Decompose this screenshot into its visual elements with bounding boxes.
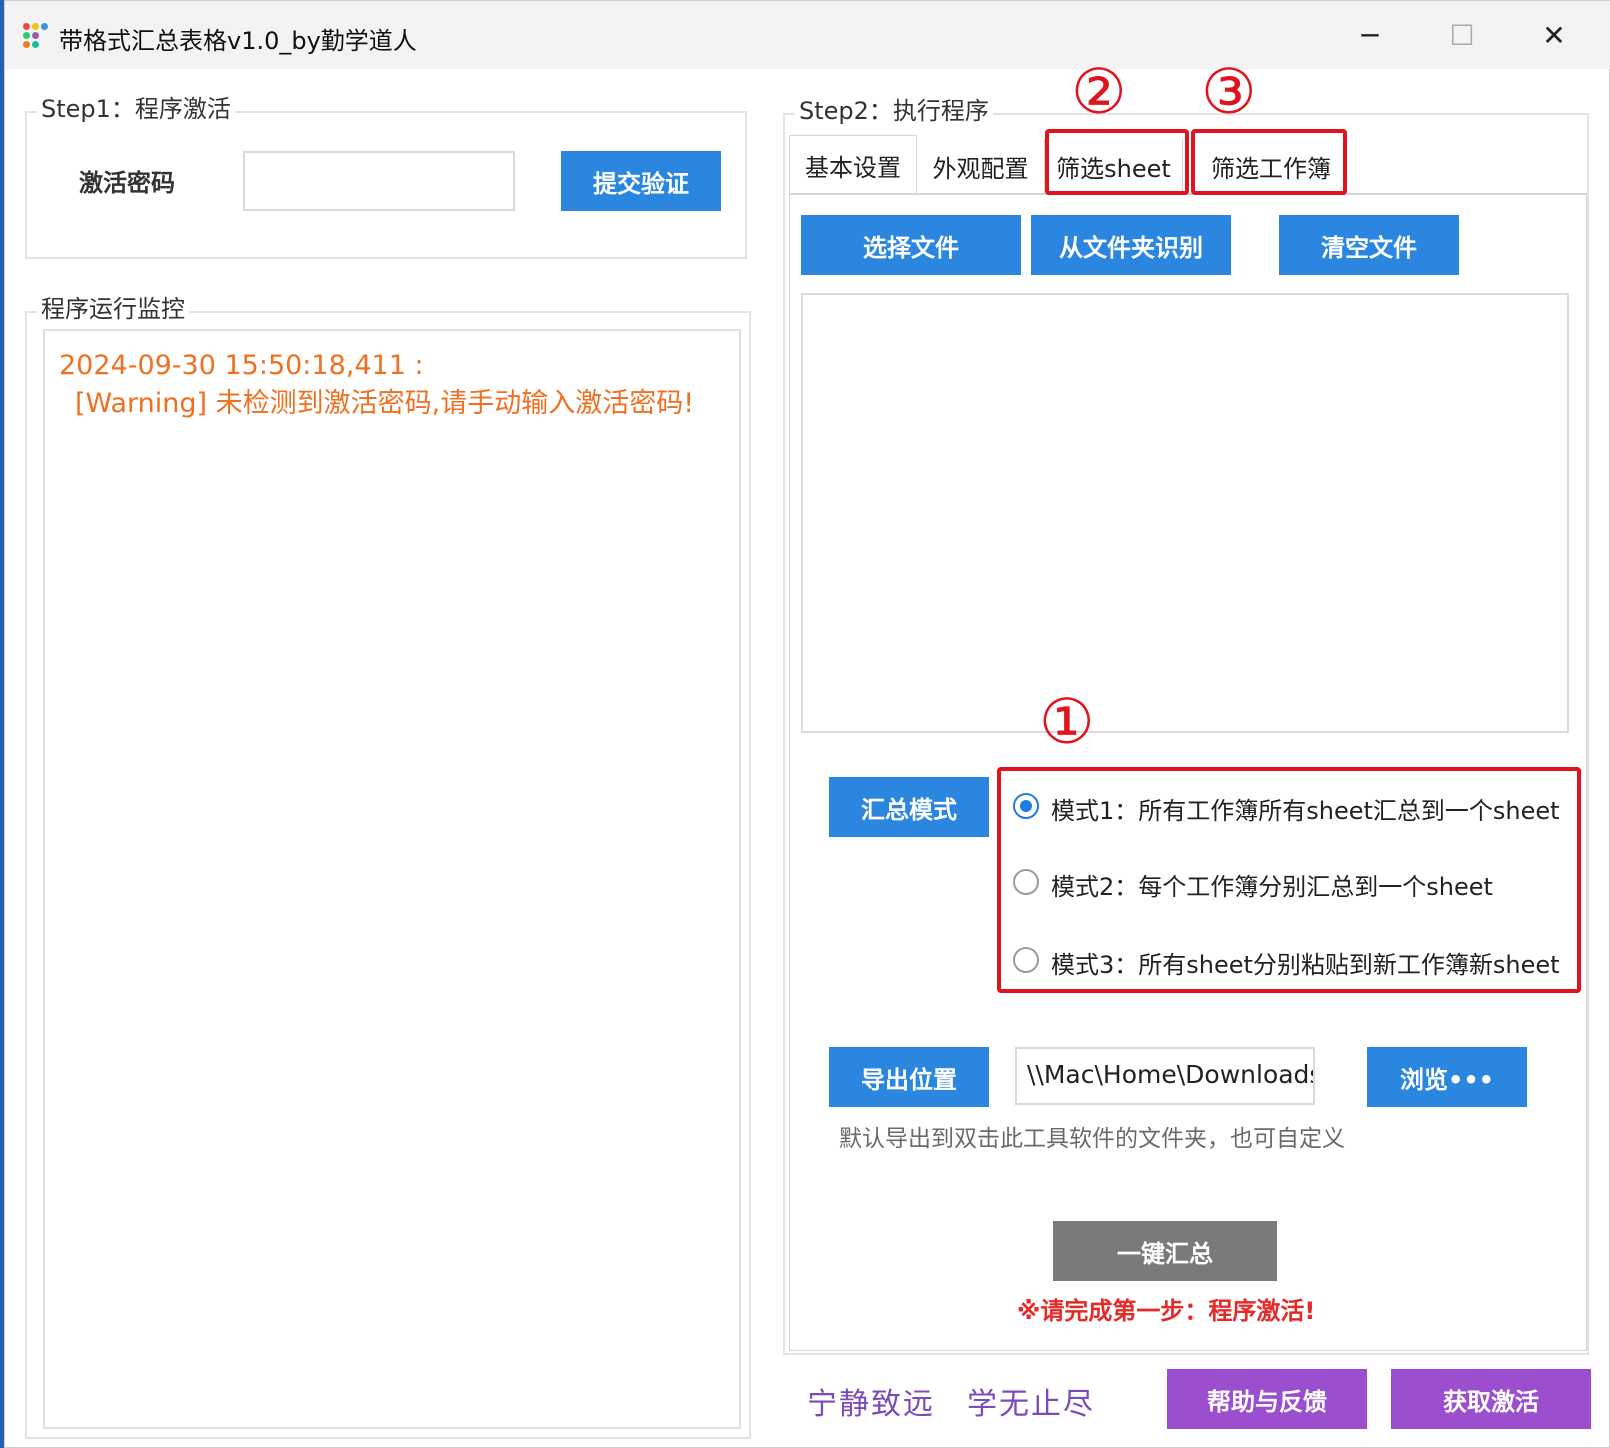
annotation-mark-1: ① [1039, 685, 1095, 758]
one-click-merge-button[interactable]: 一键汇总 [1053, 1221, 1277, 1281]
export-hint: 默认导出到双击此工具软件的文件夹，也可自定义 [839, 1126, 1345, 1152]
log-line: [Warning] 未检测到激活密码,请手动输入激活密码! [75, 388, 695, 419]
maximize-button[interactable]: ☐ [1417, 1, 1507, 69]
annotation-box-modes [997, 767, 1581, 993]
monitor-group-label: 程序运行监控 [37, 294, 189, 324]
log-panel[interactable]: 2024-09-30 15:50:18,411 : [Warning] 未检测到… [43, 329, 741, 1429]
slogan-1: 宁静致远 [807, 1387, 935, 1422]
export-location-button[interactable]: 导出位置 [829, 1047, 989, 1107]
app-logo-icon [21, 21, 49, 49]
annotation-mark-2: ② [1071, 55, 1127, 128]
get-activation-button[interactable]: 获取激活 [1391, 1369, 1591, 1429]
window-title: 带格式汇总表格v1.0_by勤学道人 [59, 27, 417, 55]
activation-warning: ※请完成第一步：程序激活! [1017, 1297, 1316, 1325]
clear-files-button[interactable]: 清空文件 [1279, 215, 1459, 275]
browse-button[interactable]: 浏览••• [1367, 1047, 1527, 1107]
file-list[interactable] [801, 293, 1569, 733]
annotation-box-filter-sheet [1045, 129, 1189, 195]
annotation-mark-3: ③ [1201, 55, 1257, 128]
slogan-2: 学无止尽 [967, 1387, 1095, 1422]
tab-label: 外观配置 [932, 154, 1029, 183]
password-input[interactable] [243, 151, 515, 211]
title-bar: 带格式汇总表格v1.0_by勤学道人 ─ ☐ ✕ [5, 1, 1610, 69]
close-button[interactable]: ✕ [1509, 1, 1599, 69]
help-feedback-button[interactable]: 帮助与反馈 [1167, 1369, 1367, 1429]
tab-appearance[interactable]: 外观配置 [917, 139, 1045, 193]
password-label: 激活密码 [79, 169, 175, 197]
annotation-box-filter-workbook [1191, 129, 1347, 195]
mode-button[interactable]: 汇总模式 [829, 777, 989, 837]
export-path-input[interactable]: \\Mac\Home\Downloads [1015, 1047, 1315, 1105]
log-line: 2024-09-30 15:50:18,411 : [59, 350, 424, 381]
minimize-button[interactable]: ─ [1325, 1, 1415, 69]
step2-group-label: Step2：执行程序 [795, 96, 993, 126]
app-window: 带格式汇总表格v1.0_by勤学道人 ─ ☐ ✕ Step1：程序激活 激活密码… [4, 0, 1610, 1448]
submit-verify-button[interactable]: 提交验证 [561, 151, 721, 211]
step1-group-label: Step1：程序激活 [37, 94, 235, 124]
tab-basic-settings[interactable]: 基本设置 [789, 135, 917, 195]
select-file-button[interactable]: 选择文件 [801, 215, 1021, 275]
tab-label: 基本设置 [805, 154, 901, 182]
from-folder-button[interactable]: 从文件夹识别 [1031, 215, 1231, 275]
